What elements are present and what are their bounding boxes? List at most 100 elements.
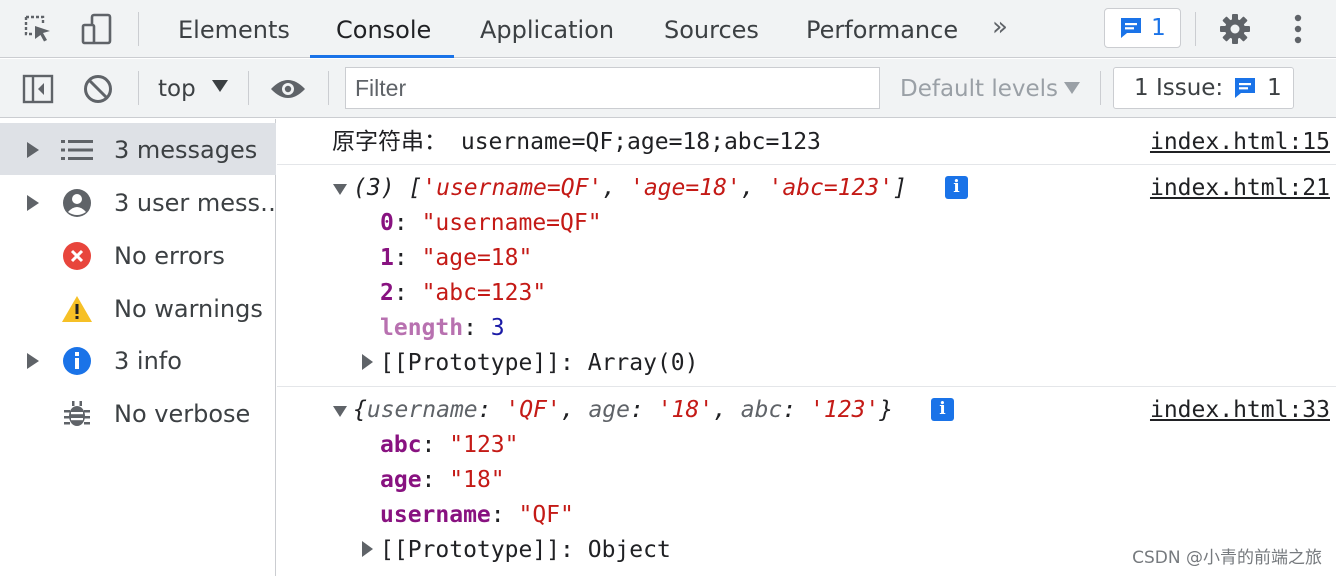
prototype-value: Object [587, 537, 671, 563]
log-levels-dropdown[interactable]: Default levels [900, 59, 1058, 118]
expand-arrow-icon[interactable] [27, 353, 39, 369]
tab-console[interactable]: Console [336, 0, 431, 58]
array-length-label: (3) [353, 175, 395, 201]
property-value: 3 [490, 315, 505, 341]
object-preview-value: '123' [810, 397, 880, 423]
levels-dropdown-caret-icon[interactable] [1064, 82, 1080, 94]
info-icon [60, 344, 94, 378]
property-key: age [380, 467, 422, 493]
property-row: age: "18" [380, 467, 505, 493]
console-output: 原字符串： username=QF;age=18;abc=123 index.h… [277, 119, 1336, 576]
prototype-value: Array(0) [587, 350, 699, 376]
console-message: (3) ['username=QF', 'age=18', 'abc=123']… [277, 165, 1336, 387]
issues-pill-count: 1 [1267, 75, 1282, 101]
expand-arrow-icon[interactable] [362, 354, 373, 370]
property-key: 0 [380, 210, 394, 236]
info-badge-icon[interactable]: i [931, 398, 954, 421]
property-value: "QF" [518, 502, 574, 528]
object-preview-key: age [588, 397, 630, 423]
device-toolbar-icon[interactable] [79, 10, 115, 48]
object-preview-value: 'QF' [505, 397, 561, 423]
active-tab-indicator [310, 55, 454, 58]
clear-console-icon[interactable] [80, 70, 116, 108]
prototype-row[interactable]: [[Prototype]]: Array(0) [380, 346, 699, 380]
filter-input[interactable]: Filter [345, 67, 880, 109]
user-icon [60, 186, 94, 220]
collapse-arrow-icon[interactable] [333, 406, 347, 417]
more-options-icon[interactable] [1280, 10, 1316, 48]
object-preview-key: username [366, 397, 478, 423]
issues-counter-button[interactable]: 1 [1104, 8, 1181, 48]
property-key: length [380, 315, 464, 341]
prototype-row[interactable]: [[Prototype]]: Object [380, 533, 671, 567]
expand-arrow-icon[interactable] [27, 142, 39, 158]
issues-pill-button[interactable]: 1 Issue: 1 [1113, 67, 1294, 109]
object-preview-value: '18' [657, 397, 714, 423]
property-row: length: 3 [380, 315, 505, 341]
issues-count: 1 [1151, 15, 1166, 41]
sidebar-item-label: No errors [114, 242, 225, 270]
sidebar-item-label: 3 info [114, 347, 182, 375]
sidebar-item-label: 3 user mess… [114, 189, 285, 217]
sidebar-item-verbose[interactable]: No verbose [0, 387, 276, 439]
console-toolbar: top Filter Default levels 1 Issue: 1 [0, 59, 1336, 118]
tab-elements[interactable]: Elements [178, 0, 290, 58]
toolbar-divider [138, 71, 139, 105]
property-key: 2 [380, 280, 394, 306]
message-icon [1235, 78, 1256, 98]
context-selector[interactable]: top [158, 59, 196, 118]
info-badge-icon[interactable]: i [945, 176, 968, 199]
source-link[interactable]: index.html:21 [1150, 171, 1330, 205]
property-key: username [380, 502, 491, 528]
prototype-key: [[Prototype]] [380, 350, 561, 376]
toolbar-divider [138, 12, 139, 46]
collapse-arrow-icon[interactable] [333, 184, 347, 195]
array-preview-item: 'abc=123' [768, 175, 894, 201]
source-link[interactable]: index.html:15 [1150, 125, 1330, 159]
live-expression-eye-icon[interactable] [270, 70, 306, 108]
devtools-tab-bar: Elements Console Application Sources Per… [0, 0, 1336, 58]
console-sidebar: 3 messages 3 user mess… No errors No war… [0, 119, 284, 576]
inspect-element-icon[interactable] [20, 10, 56, 48]
sidebar-toggle-icon[interactable] [20, 70, 56, 108]
array-preview-item: 'username=QF' [422, 175, 603, 201]
property-value: "username=QF" [421, 210, 602, 236]
array-summary[interactable]: (3) ['username=QF', 'age=18', 'abc=123'] [353, 171, 907, 205]
tab-application[interactable]: Application [480, 0, 614, 58]
context-dropdown-caret-icon[interactable] [212, 80, 228, 92]
message-icon [1121, 18, 1142, 38]
sidebar-item-user-messages[interactable]: 3 user mess… [0, 176, 284, 228]
toolbar-divider [1100, 71, 1101, 105]
property-row: abc: "123" [380, 432, 519, 458]
error-icon [60, 239, 94, 273]
sidebar-item-warnings[interactable]: No warnings [0, 282, 276, 334]
source-link[interactable]: index.html:33 [1150, 393, 1330, 427]
property-row: 1: "age=18" [380, 245, 533, 271]
warning-icon [60, 292, 94, 326]
message-prefix: 原字符串： [332, 129, 447, 155]
message-text[interactable]: 原字符串： username=QF;age=18;abc=123 [332, 125, 821, 159]
bug-icon [60, 397, 94, 431]
sidebar-item-errors[interactable]: No errors [0, 229, 276, 281]
toolbar-divider [248, 71, 249, 105]
sidebar-item-label: No verbose [114, 400, 251, 428]
expand-arrow-icon[interactable] [362, 541, 373, 557]
more-tabs-button[interactable]: » [992, 12, 1008, 42]
expand-arrow-icon[interactable] [27, 195, 39, 211]
property-key: abc [380, 432, 422, 458]
sidebar-item-label: 3 messages [114, 136, 258, 164]
property-key: 1 [380, 245, 394, 271]
watermark: CSDN @小青的前端之旅 [1132, 548, 1322, 568]
object-summary[interactable]: {username: 'QF', age: '18', abc: '123'} [353, 393, 893, 427]
property-value: "abc=123" [421, 280, 547, 306]
settings-gear-icon[interactable] [1217, 10, 1253, 48]
tab-sources[interactable]: Sources [664, 0, 759, 58]
property-value: "123" [449, 432, 519, 458]
tab-performance[interactable]: Performance [806, 0, 958, 58]
console-message: 原字符串： username=QF;age=18;abc=123 index.h… [277, 119, 1336, 165]
sidebar-item-info[interactable]: 3 info [0, 334, 276, 386]
sidebar-item-messages[interactable]: 3 messages [0, 123, 276, 175]
message-value: username=QF;age=18;abc=123 [460, 129, 821, 155]
prototype-key: [[Prototype]] [380, 537, 561, 563]
property-row: 0: "username=QF" [380, 210, 602, 236]
